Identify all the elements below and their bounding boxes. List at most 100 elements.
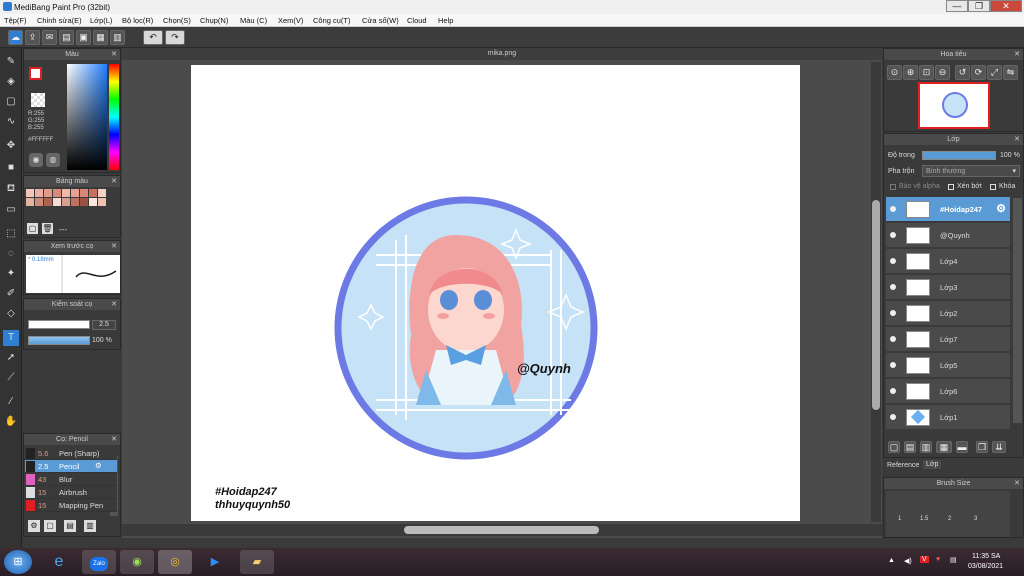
brush-settings-icon[interactable]: ⚙ xyxy=(28,520,40,532)
merge-layer-icon[interactable]: ⇊ xyxy=(992,441,1006,453)
brush-item-blur[interactable]: 43 Blur xyxy=(25,473,117,486)
tab-layer[interactable]: Lớp xyxy=(923,460,942,469)
palette-swatch[interactable] xyxy=(62,198,70,206)
hue-slider[interactable] xyxy=(109,64,119,170)
brush-copy-icon[interactable]: ▤ xyxy=(64,520,76,532)
menu-cloud[interactable]: Cloud xyxy=(407,16,427,25)
menu-layer[interactable]: Lớp(L) xyxy=(90,16,112,25)
brush-opacity-slider[interactable] xyxy=(28,336,90,345)
rotate-reset-icon[interactable]: ⟳ xyxy=(971,65,986,80)
eraser-tool-icon[interactable]: ◈ xyxy=(3,74,19,90)
network-icon[interactable]: ▤ xyxy=(950,556,957,564)
brush-size-value[interactable]: 2.5 xyxy=(92,320,116,330)
brush-size-option[interactable]: 1 xyxy=(898,516,901,522)
vertical-scrollbar[interactable] xyxy=(871,62,881,522)
clipping-checkbox[interactable] xyxy=(948,184,954,190)
duplicate-layer-icon[interactable]: ❐ xyxy=(976,441,988,453)
panel-close-icon[interactable]: ✕ xyxy=(1014,49,1020,60)
dot-tool-icon[interactable]: ∿ xyxy=(3,114,19,130)
palette-swatch[interactable] xyxy=(44,198,52,206)
fit-window-icon[interactable]: ⊡ xyxy=(919,65,934,80)
share-icon[interactable]: ⇪ xyxy=(25,30,40,45)
select-tool-icon[interactable]: ⬚ xyxy=(3,226,19,242)
layer-row[interactable]: Lớp2 xyxy=(886,301,1010,326)
palette-swatch[interactable] xyxy=(80,189,88,197)
new-layer-icon[interactable]: ▢ xyxy=(888,441,900,453)
eye-icon[interactable] xyxy=(890,284,896,290)
tray-app-icon[interactable]: ♥ xyxy=(936,556,940,563)
internet-explorer-icon[interactable]: e xyxy=(42,550,76,574)
rotate-left-icon[interactable]: ↺ xyxy=(955,65,970,80)
brush-size-option[interactable]: 2 xyxy=(948,516,951,522)
eye-icon[interactable] xyxy=(890,362,896,368)
palette-swatch[interactable] xyxy=(62,189,70,197)
save-icon[interactable]: ▣ xyxy=(76,30,91,45)
flip-icon[interactable]: ⇋ xyxy=(1003,65,1018,80)
hand-tool-icon[interactable]: ✋ xyxy=(3,414,19,430)
tab-reference[interactable]: Reference xyxy=(887,462,919,469)
new-8bit-layer-icon[interactable]: ▥ xyxy=(920,441,932,453)
transparent-swatch[interactable] xyxy=(31,93,45,107)
palette-swatch[interactable] xyxy=(71,189,79,197)
panel-close-icon[interactable]: ✕ xyxy=(111,241,117,252)
brush-item-pen-sharp[interactable]: 5.6 Pen (Sharp) xyxy=(25,447,117,460)
tray-expand-icon[interactable]: ▲ xyxy=(888,557,895,564)
select-eraser-icon[interactable]: ◇ xyxy=(3,306,19,322)
eyedropper-icon[interactable]: ⁄ xyxy=(3,394,19,410)
panel-icon[interactable]: ▥ xyxy=(110,30,125,45)
palette-swatch[interactable] xyxy=(71,198,79,206)
foreground-color-swatch[interactable] xyxy=(29,67,42,80)
menu-edit[interactable]: Chỉnh sửa(E) xyxy=(37,16,82,25)
eye-icon[interactable] xyxy=(890,232,896,238)
lock-checkbox[interactable] xyxy=(990,184,996,190)
panel-close-icon[interactable]: ✕ xyxy=(111,176,117,187)
redo-icon[interactable]: ↷ xyxy=(165,30,185,45)
select-pen-icon[interactable]: ✐ xyxy=(3,286,19,302)
brush-new-icon[interactable]: ▢ xyxy=(44,520,56,532)
palette-swatch[interactable] xyxy=(89,189,97,197)
layer-row[interactable]: Lớp4 xyxy=(886,249,1010,274)
palette-swatch[interactable] xyxy=(98,198,106,206)
eye-icon[interactable] xyxy=(890,310,896,316)
file-explorer-icon[interactable]: ▰ xyxy=(240,550,274,574)
layer-row[interactable]: Lớp5 xyxy=(886,353,1010,378)
bucket-tool-icon[interactable]: ⛾ xyxy=(3,181,19,197)
panel-close-icon[interactable]: ✕ xyxy=(1014,478,1020,489)
comment-icon[interactable]: ✉ xyxy=(42,30,57,45)
panel-close-icon[interactable]: ✕ xyxy=(111,49,117,60)
vietkey-icon[interactable]: V xyxy=(920,556,929,563)
undo-icon[interactable]: ↶ xyxy=(143,30,163,45)
brush-size-option[interactable]: 3 xyxy=(974,516,977,522)
palette-swatch[interactable] xyxy=(26,198,34,206)
menu-window[interactable]: Cửa sổ(W) xyxy=(362,16,399,25)
palette-swatches[interactable] xyxy=(26,189,110,219)
zoom-in-icon[interactable]: ⊕ xyxy=(903,65,918,80)
color-wheel-icon[interactable]: ◉ xyxy=(29,153,43,167)
palette-swatch[interactable] xyxy=(26,189,34,197)
layer-opacity-slider[interactable] xyxy=(922,151,996,160)
maximize-button[interactable]: ❐ xyxy=(968,0,990,12)
protect-alpha-checkbox[interactable] xyxy=(890,184,896,190)
palette-swatch[interactable] xyxy=(98,189,106,197)
palette-swatch[interactable] xyxy=(53,189,61,197)
layer-row[interactable]: Lớp3 xyxy=(886,275,1010,300)
new-file-icon[interactable]: ▤ xyxy=(59,30,74,45)
new-halftone-layer-icon[interactable]: ▤ xyxy=(904,441,916,453)
text-tool-icon[interactable]: T xyxy=(3,330,19,346)
document-tab[interactable]: mika.png xyxy=(122,48,882,60)
panel-close-icon[interactable]: ✕ xyxy=(111,434,117,445)
rect-select-icon[interactable]: ▢ xyxy=(3,94,19,110)
menu-help[interactable]: Help xyxy=(438,16,453,25)
layer-row[interactable]: @Quynh xyxy=(886,223,1010,248)
eye-icon[interactable] xyxy=(890,258,896,264)
zoom-icon[interactable]: ▶ xyxy=(198,550,232,574)
volume-icon[interactable]: ◀) xyxy=(904,557,912,565)
fill-shape-icon[interactable]: ■ xyxy=(3,160,19,176)
grid-icon[interactable]: ▦ xyxy=(93,30,108,45)
menu-capture[interactable]: Chụp(N) xyxy=(200,16,228,25)
layer-row[interactable]: Lớp7 xyxy=(886,327,1010,352)
magic-wand-icon[interactable]: ✦ xyxy=(3,266,19,282)
gear-icon[interactable]: ⚙ xyxy=(95,461,102,470)
brush-item-mapping-pen[interactable]: 15 Mapping Pen xyxy=(25,499,117,512)
move-tool-icon[interactable]: ✥ xyxy=(3,138,19,154)
